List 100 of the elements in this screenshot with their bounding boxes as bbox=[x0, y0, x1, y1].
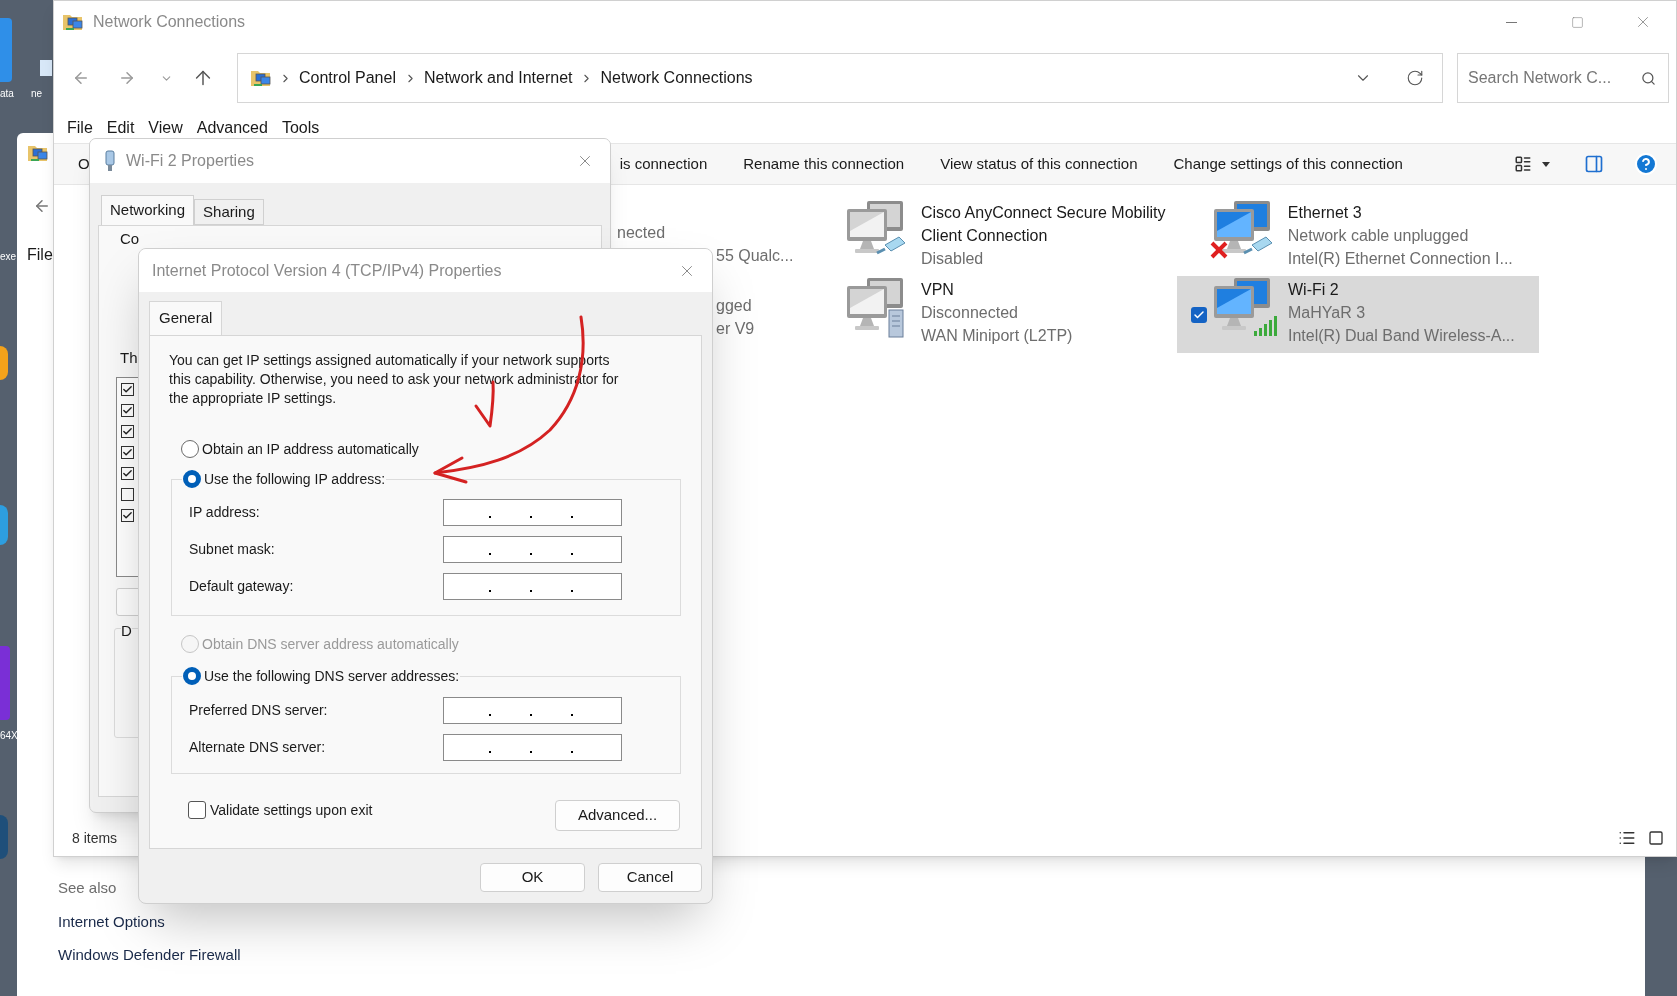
refresh-icon bbox=[1406, 69, 1424, 87]
checkbox[interactable] bbox=[121, 404, 134, 417]
section-label: Co bbox=[120, 229, 140, 249]
check-icon bbox=[122, 447, 133, 458]
desktop-icon[interactable] bbox=[0, 346, 8, 380]
tab[interactable]: Networking bbox=[101, 195, 195, 225]
command-item[interactable]: is connection bbox=[619, 152, 708, 176]
check-icon bbox=[122, 468, 133, 479]
maximize-icon bbox=[1570, 15, 1584, 29]
tab[interactable]: General bbox=[149, 301, 223, 335]
connection-status: nected bbox=[617, 223, 667, 243]
checkbox[interactable] bbox=[1191, 307, 1207, 323]
window-title: Network Connections bbox=[93, 12, 246, 32]
command-item[interactable]: O bbox=[78, 152, 90, 176]
menu-item[interactable]: Advanced bbox=[196, 116, 268, 140]
connection-detail: Intel(R) Dual Band Wireless-A... bbox=[1288, 326, 1516, 346]
radio-label: Obtain an IP address automatically bbox=[202, 439, 419, 459]
connection-detail: WAN Miniport (L2TP) bbox=[921, 326, 1074, 346]
network-adapter-icon bbox=[104, 150, 116, 172]
address-bar[interactable]: Control Panel Network and Internet Network Connections bbox=[237, 53, 1443, 103]
checkbox[interactable] bbox=[121, 488, 134, 501]
checkbox-label: Validate settings upon exit bbox=[210, 800, 373, 820]
command-item[interactable]: Change settings of this connection bbox=[1173, 152, 1403, 176]
check-icon bbox=[1193, 309, 1205, 321]
radio-button[interactable] bbox=[181, 440, 199, 458]
search-icon bbox=[1641, 70, 1656, 86]
radio-label: Obtain DNS server address automatically bbox=[202, 634, 459, 654]
menu-item[interactable]: Tools bbox=[281, 116, 320, 140]
desktop-icon-label: exe bbox=[0, 250, 17, 264]
check-icon bbox=[122, 510, 133, 521]
dialog-title: Wi-Fi 2 Properties bbox=[126, 151, 255, 171]
menu-item[interactable]: View bbox=[148, 116, 183, 140]
help-icon bbox=[1634, 152, 1658, 176]
forward-arrow-icon bbox=[118, 69, 136, 87]
connection-name: Wi-Fi 2 bbox=[1288, 280, 1340, 300]
connection-status: gged bbox=[716, 296, 753, 316]
view-icon bbox=[1514, 155, 1532, 173]
command-item[interactable]: View status of this connection bbox=[940, 152, 1138, 176]
command-item[interactable]: Rename this connection bbox=[743, 152, 905, 176]
search-field[interactable]: Search Network C... bbox=[1457, 53, 1669, 103]
field-label: IP address: bbox=[189, 503, 261, 522]
connection-detail: Disconnected bbox=[921, 303, 1019, 323]
connection-status: 55 Qualc... bbox=[716, 246, 794, 266]
section-heading: See also bbox=[58, 878, 117, 898]
radio-button[interactable] bbox=[183, 470, 201, 488]
ip-address-field[interactable] bbox=[443, 734, 622, 761]
status-text: 8 items bbox=[72, 828, 118, 848]
checkbox[interactable] bbox=[121, 509, 134, 522]
connection-item[interactable]: Cisco AnyConnect Secure Mobility Client Connection Disabled bbox=[810, 199, 1177, 276]
connection-item[interactable]: Ethernet 3 Network cable unplugged Intel(R) Ethernet Connection I... bbox=[1177, 199, 1539, 276]
ip-address-field[interactable] bbox=[443, 697, 622, 724]
menu-item[interactable]: Edit bbox=[106, 116, 135, 140]
checkbox[interactable] bbox=[121, 446, 134, 459]
link[interactable]: Internet Options bbox=[58, 910, 165, 933]
ip-address-field[interactable] bbox=[443, 536, 622, 563]
cancel-button[interactable]: Cancel bbox=[598, 863, 702, 892]
menu-item[interactable]: File bbox=[67, 116, 93, 140]
breadcrumb-item[interactable]: Control Panel bbox=[299, 66, 396, 90]
dialog-title: Internet Protocol Version 4 (TCP/IPv4) Properties bbox=[152, 260, 502, 281]
ip-address-field[interactable] bbox=[443, 499, 622, 526]
connection-name: VPN bbox=[921, 280, 955, 300]
window-icon bbox=[62, 12, 84, 32]
desktop-icon[interactable] bbox=[0, 505, 8, 545]
check-icon bbox=[122, 405, 133, 416]
desktop-icon-label: ata bbox=[0, 87, 14, 101]
connection-item[interactable]: VPN Disconnected WAN Miniport (L2TP) bbox=[810, 276, 1177, 353]
section-label: Th bbox=[120, 347, 138, 368]
desktop-icon-label: ne bbox=[31, 87, 43, 101]
check-icon bbox=[122, 426, 133, 437]
details-view-icon[interactable] bbox=[1618, 829, 1636, 847]
field-label: Alternate DNS server: bbox=[189, 738, 327, 757]
ok-button[interactable]: OK bbox=[480, 863, 585, 892]
checkbox[interactable] bbox=[188, 801, 206, 819]
breadcrumb-item[interactable]: Network Connections bbox=[600, 66, 753, 90]
pane-icon bbox=[1584, 154, 1604, 174]
field-label: Default gateway: bbox=[189, 577, 295, 596]
radio-label: Use the following IP address: bbox=[204, 469, 386, 489]
minimize-icon bbox=[1505, 21, 1517, 23]
large-icons-view-icon[interactable] bbox=[1648, 830, 1664, 846]
connection-detail: Network cable unplugged bbox=[1287, 226, 1470, 246]
tab[interactable]: Sharing bbox=[194, 199, 264, 225]
connection-name: Ethernet 3 bbox=[1287, 203, 1363, 223]
link[interactable]: Windows Defender Firewall bbox=[58, 944, 241, 967]
desktop-icon-label: 64X bbox=[0, 729, 18, 743]
checkbox[interactable] bbox=[121, 467, 134, 480]
connection-detail: Disabled bbox=[921, 249, 985, 269]
connection-item[interactable]: Wi-Fi 2 MaHYaR 3 Intel(R) Dual Band Wireless-A... bbox=[1177, 276, 1539, 353]
advanced-button[interactable]: Advanced... bbox=[555, 800, 680, 831]
field-label: Subnet mask: bbox=[189, 540, 276, 559]
search-placeholder: Search Network C... bbox=[1468, 68, 1612, 88]
checkbox[interactable] bbox=[121, 383, 134, 396]
radio-button[interactable] bbox=[183, 667, 201, 685]
radio-label: Use the following DNS server addresses: bbox=[204, 666, 460, 686]
connection-status: er V9 bbox=[716, 319, 755, 339]
breadcrumb-item[interactable]: Network and Internet bbox=[423, 66, 573, 90]
location-icon bbox=[250, 68, 272, 88]
control-panel-icon bbox=[27, 143, 49, 163]
ip-address-field[interactable] bbox=[443, 573, 622, 600]
checkbox[interactable] bbox=[121, 425, 134, 438]
caret-icon bbox=[1542, 161, 1550, 167]
